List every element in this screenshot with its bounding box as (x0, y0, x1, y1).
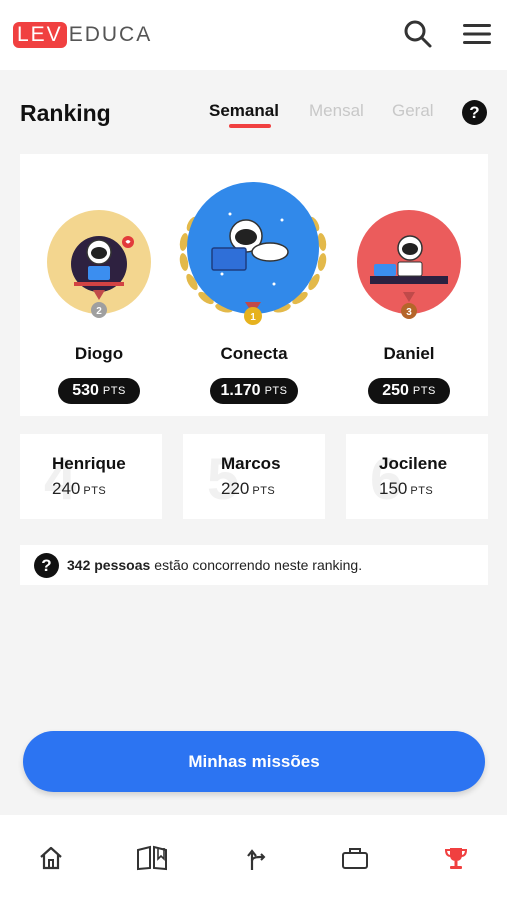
podium-card: 2 Diogo 530 PTS 1 Conecta 1.170 PTS 3 Da… (20, 154, 488, 416)
astronaut-desk-illustration: 3 (357, 210, 461, 319)
podium-points-2-unit: PTS (102, 385, 126, 397)
podium-points-3-unit: PTS (412, 385, 436, 397)
podium-points-3-value: 250 (382, 382, 409, 399)
ranking-name-4: Henrique (52, 454, 126, 473)
nav-home-icon[interactable] (31, 841, 71, 875)
nav-briefcase-icon[interactable] (335, 841, 375, 875)
podium-avatar-3[interactable]: 3 (356, 210, 462, 322)
nav-path-icon[interactable] (236, 841, 276, 875)
ranking-header: Ranking Semanal Mensal Geral ? (0, 90, 507, 138)
ranking-name-6: Jocilene (379, 454, 448, 473)
podium-name-1: Conecta (220, 344, 288, 363)
podium-name-2: Diogo (74, 344, 124, 363)
nav-trophy-icon[interactable] (436, 841, 476, 875)
participants-info: ? 342 pessoas estão concorrendo neste ra… (20, 545, 488, 585)
participants-count: 342 pessoas (67, 557, 151, 573)
page-title: Ranking (20, 100, 111, 126)
bottom-navigation (0, 815, 507, 900)
astronaut-laptop-illustration: 2 (47, 210, 151, 318)
ranking-name-5: Marcos (221, 454, 281, 473)
podium-avatar-2[interactable]: 2 (46, 210, 152, 320)
podium-avatar-1[interactable]: 1 (170, 174, 336, 326)
rank-2-badge: 2 (96, 306, 102, 317)
help-icon[interactable]: ? (34, 552, 59, 578)
search-icon[interactable] (402, 18, 434, 50)
top-bar: LEV EDUCA (0, 0, 507, 70)
ranking-card-5[interactable]: 5 Marcos 220 PTS (183, 434, 325, 519)
ranking-points-5-unit: PTS (252, 485, 276, 497)
brand-logo-educa: EDUCA (68, 23, 153, 46)
menu-icon[interactable] (461, 18, 493, 50)
tab-semanal[interactable]: Semanal (209, 101, 279, 121)
brand-logo[interactable]: LEV EDUCA (13, 22, 152, 48)
rank-1-badge: 1 (250, 312, 256, 323)
ranking-card-4[interactable]: 4 Henrique 240 PTS (20, 434, 162, 519)
podium-points-2-value: 530 (72, 382, 99, 399)
my-missions-button[interactable]: Minhas missões (23, 731, 485, 792)
help-icon[interactable]: ? (462, 100, 487, 125)
ranking-points-6-value: 150 (379, 479, 408, 498)
nav-book-icon[interactable] (132, 841, 172, 875)
podium-points-1: 1.170 PTS (210, 378, 298, 404)
podium-name-3: Daniel (383, 344, 435, 363)
podium-points-3: 250 PTS (368, 378, 450, 404)
tab-geral[interactable]: Geral (392, 101, 434, 121)
ranking-points-6-unit: PTS (410, 485, 434, 497)
podium-points-1-value: 1.170 (220, 382, 261, 399)
ranking-points-4-value: 240 (52, 479, 81, 498)
ranking-points-4-unit: PTS (83, 485, 107, 497)
brand-logo-lev: LEV (13, 22, 67, 48)
ranking-points-5: 220 PTS (221, 479, 275, 499)
ranking-card-6[interactable]: 6 Jocilene 150 PTS (346, 434, 488, 519)
podium-points-2: 530 PTS (58, 378, 140, 404)
tab-mensal[interactable]: Mensal (309, 101, 364, 121)
ranking-points-5-value: 220 (221, 479, 250, 498)
laurel-wreath-astronaut-illustration: 1 (179, 182, 327, 325)
rank-3-badge: 3 (406, 307, 412, 318)
participants-text: estão concorrendo neste ranking. (154, 557, 363, 573)
active-tab-indicator (229, 124, 271, 128)
ranking-points-4: 240 PTS (52, 479, 106, 499)
podium-points-1-unit: PTS (264, 385, 288, 397)
ranking-points-6: 150 PTS (379, 479, 433, 499)
